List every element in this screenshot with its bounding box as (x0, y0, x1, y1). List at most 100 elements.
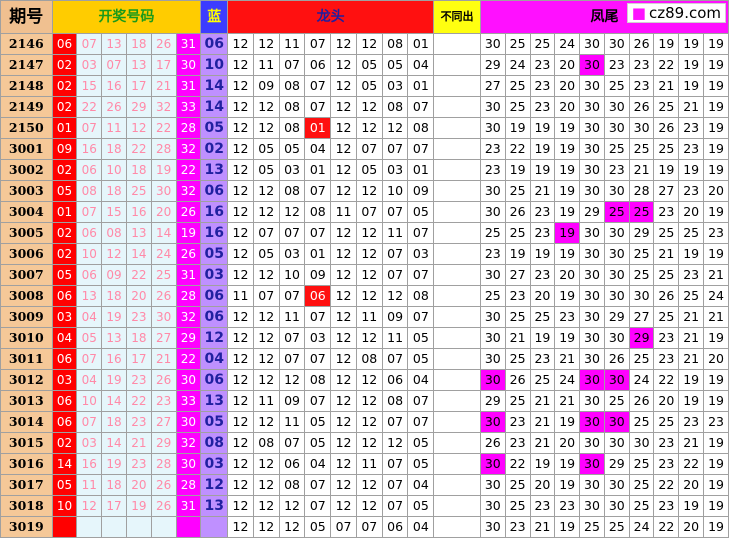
dragon-cell: 06 (304, 54, 332, 76)
blue-ball-cell: 06 (200, 306, 229, 328)
period-cell: 2147 (0, 54, 53, 76)
nosame-cell (433, 243, 481, 265)
phoenix-cell: 21 (529, 432, 556, 454)
period-cell: 3015 (0, 432, 53, 454)
red-ball-cell: 30 (150, 306, 177, 328)
dragon-cell: 12 (227, 159, 254, 181)
phoenix-cell: 25 (628, 495, 655, 517)
site-logo[interactable]: ■ cz89.com (626, 3, 726, 23)
red-ball-cell: 32 (175, 432, 202, 454)
period-cell: 3009 (0, 306, 53, 328)
nosame-cell (433, 495, 481, 517)
dragon-cell: 12 (355, 180, 383, 202)
blue-ball-cell: 08 (200, 432, 229, 454)
table-row: 2148 02 15 16 17 21 31 14 12 09 08 07 12 05 03 01 27 25 23… (0, 75, 729, 97)
phoenix-cell: 24 (554, 369, 581, 391)
phoenix-cell: 19 (678, 243, 705, 265)
phoenix-cell: 30 (579, 348, 605, 370)
phoenix-cell: 20 (554, 264, 581, 286)
red-ball-cell: 23 (125, 306, 152, 328)
phoenix-cell: 24 (703, 285, 729, 307)
phoenix-cell: 25 (628, 411, 655, 433)
phoenix-cell: 19 (504, 159, 531, 181)
red-ball-cell: 15 (101, 201, 127, 223)
phoenix-cell: 20 (554, 96, 581, 118)
phoenix-cell: 20 (678, 474, 705, 496)
dragon-cell: 12 (330, 348, 357, 370)
period-cell: 3004 (0, 201, 53, 223)
table-row: 3012 03 04 19 23 26 30 06 12 12 12 08 12 12 06 04 30 26 25… (0, 369, 729, 391)
phoenix-cell: 25 (529, 369, 556, 391)
phoenix-cell: 23 (504, 432, 531, 454)
phoenix-cell: 19 (529, 159, 556, 181)
phoenix-cell: 19 (554, 327, 581, 349)
dragon-cell: 04 (304, 453, 332, 475)
dragon-cell: 10 (381, 180, 409, 202)
dragon-cell: 07 (355, 138, 383, 160)
dragon-cell: 12 (355, 411, 383, 433)
dragon-cell: 07 (407, 306, 435, 328)
red-ball-cell: 22 (76, 96, 103, 118)
phoenix-cell: 29 (479, 390, 506, 412)
phoenix-cell: 25 (504, 306, 531, 328)
phoenix-cell: 25 (603, 201, 630, 223)
phoenix-cell: 19 (703, 327, 729, 349)
phoenix-cell: 30 (579, 243, 605, 265)
dragon-cell: 12 (227, 516, 254, 538)
red-ball-cell: 23 (125, 453, 152, 475)
red-ball-cell: 04 (76, 369, 103, 391)
dragon-cell: 12 (330, 54, 357, 76)
dragon-cell: 12 (252, 180, 280, 202)
dragon-cell: 12 (355, 285, 383, 307)
dragon-cell: 05 (304, 411, 332, 433)
phoenix-cell: 19 (529, 243, 556, 265)
phoenix-cell: 23 (529, 348, 556, 370)
red-ball-cell: 02 (51, 432, 78, 454)
red-ball-cell: 07 (76, 411, 103, 433)
phoenix-cell: 30 (479, 474, 506, 496)
red-ball-cell: 32 (175, 180, 202, 202)
dragon-cell: 12 (330, 495, 357, 517)
phoenix-cell: 23 (529, 54, 556, 76)
red-ball-cell: 05 (51, 474, 78, 496)
phoenix-cell: 30 (603, 495, 630, 517)
dragon-cell: 08 (278, 96, 306, 118)
phoenix-cell: 30 (603, 411, 630, 433)
phoenix-cell: 21 (529, 516, 556, 538)
dragon-cell: 05 (407, 432, 435, 454)
table-row: 3001 09 16 18 22 28 32 02 12 05 05 04 12 07 07 07 23 22 19… (0, 138, 729, 160)
red-ball-cell: 16 (76, 138, 103, 160)
period-cell: 2148 (0, 75, 53, 97)
phoenix-cell: 27 (479, 75, 506, 97)
phoenix-cell: 23 (554, 306, 581, 328)
red-ball-cell: 13 (125, 222, 152, 244)
red-ball-cell: 32 (150, 96, 177, 118)
blue-ball-cell: 03 (200, 453, 229, 475)
table-row: 3010 04 05 13 18 27 29 12 12 12 07 03 12 12 11 05 30 21 19… (0, 327, 729, 349)
dragon-cell: 12 (227, 117, 254, 139)
dragon-cell: 06 (381, 516, 409, 538)
dragon-cell: 05 (407, 348, 435, 370)
period-cell: 3002 (0, 159, 53, 181)
dragon-cell: 11 (252, 390, 280, 412)
dragon-cell: 05 (407, 327, 435, 349)
red-ball-cell: 20 (125, 285, 152, 307)
red-ball-cell: 31 (175, 33, 202, 55)
phoenix-cell: 19 (703, 33, 729, 55)
dragon-cell: 12 (252, 264, 280, 286)
dragon-cell: 01 (407, 75, 435, 97)
red-ball-cell: 18 (125, 327, 152, 349)
phoenix-cell: 25 (653, 138, 680, 160)
phoenix-cell: 25 (653, 306, 680, 328)
dragon-cell: 12 (330, 474, 357, 496)
red-ball-cell: 07 (101, 54, 127, 76)
dragon-cell: 12 (330, 411, 357, 433)
blue-ball-cell: 05 (200, 411, 229, 433)
red-ball-cell: 01 (51, 201, 78, 223)
red-ball-cell: 26 (150, 33, 177, 55)
dragon-cell: 05 (355, 75, 383, 97)
phoenix-cell: 30 (603, 432, 630, 454)
nosame-cell (433, 180, 481, 202)
phoenix-cell: 26 (628, 33, 655, 55)
blue-ball-cell: 04 (200, 348, 229, 370)
